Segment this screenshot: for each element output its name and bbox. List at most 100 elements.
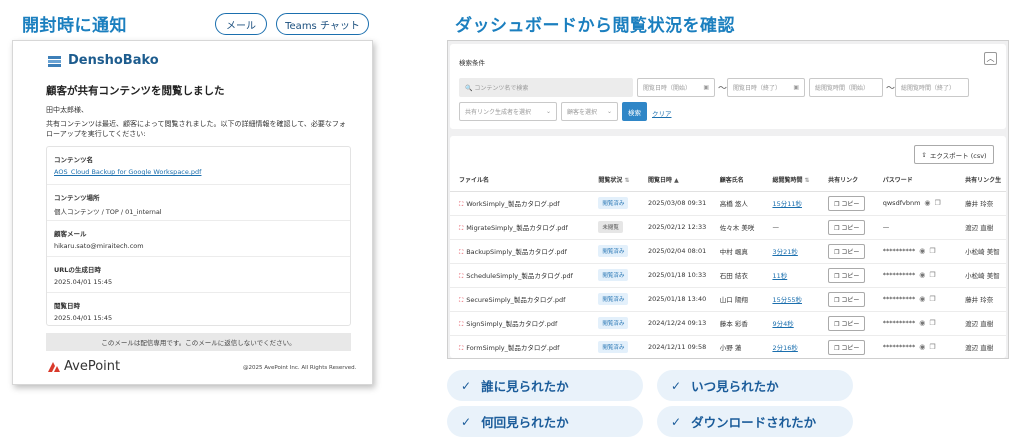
date-cell: 2025/01/18 13:40: [638, 287, 711, 312]
copy-icon[interactable]: ❐: [935, 199, 941, 207]
table-row[interactable]: ⛶ WorkSimply_製品カタログ.pdf 閲覧済み 2025/03/08 09:…: [450, 191, 1006, 216]
copy-link-button[interactable]: ❐ コピー: [828, 267, 866, 283]
copy-label: コピー: [841, 296, 860, 304]
table-row[interactable]: ⛶ MigrateSimply_製品カタログ.pdf 未閲覧 2025/02/12 1…: [450, 215, 1006, 240]
eye-icon[interactable]: ◉: [919, 319, 925, 327]
duration-link[interactable]: 9分4秒: [772, 320, 793, 328]
col-status[interactable]: 閲覧状況 ⇅: [589, 168, 639, 192]
time-end-field[interactable]: 総閲覧時間（終了）: [895, 78, 969, 97]
file-cell[interactable]: ⛶ ScheduleSimply_製品カタログ.pdf: [450, 263, 590, 288]
creator-select[interactable]: 共有リンク生成者を選択 ⌄: [459, 102, 557, 121]
status-cell: 閲覧済み: [589, 287, 639, 312]
table-row[interactable]: ⛶ ScheduleSimply_製品カタログ.pdf 閲覧済み 2025/01/18…: [450, 263, 1006, 288]
file-cell[interactable]: ⛶ BackupSimply_製品カタログ.pdf: [450, 239, 590, 264]
share-link-cell: ❐ コピー: [819, 335, 874, 358]
pdf-icon: ⛶: [459, 224, 464, 232]
file-cell[interactable]: ⛶ WorkSimply_製品カタログ.pdf: [450, 191, 590, 216]
copy-link-button[interactable]: ❐ コピー: [828, 315, 866, 331]
col-file[interactable]: ファイル名: [450, 168, 590, 192]
detail-label: 閲覧日時: [54, 302, 80, 310]
status-badge: 未閲覧: [598, 221, 623, 233]
copy-icon[interactable]: ❐: [929, 271, 935, 279]
duration-cell[interactable]: 3分21秒: [763, 239, 820, 264]
placeholder: コンテンツ名で検索: [474, 85, 529, 92]
share-link-cell: ❐ コピー: [819, 239, 874, 264]
results-table: ファイル名 閲覧状況 ⇅ 閲覧日時 ▲ 顧客氏名 総閲覧時間 ⇅ 共有リンク パ…: [450, 168, 1006, 358]
placeholder: 閲覧日時（終了）: [733, 85, 782, 92]
file-cell[interactable]: ⛶ FormSimply_製品カタログ.pdf: [450, 335, 590, 358]
duration-link[interactable]: 15分11秒: [772, 200, 802, 208]
password-cell: —: [873, 215, 957, 240]
content-link[interactable]: AOS_Cloud Backup for Google Workspace.pd…: [54, 168, 350, 176]
view-end-field[interactable]: 閲覧日時（終了） ▣: [727, 78, 805, 97]
duration-cell[interactable]: 15分55秒: [763, 287, 820, 312]
file-cell[interactable]: ⛶ SignSimply_製品カタログ.pdf: [450, 311, 590, 336]
duration-link[interactable]: 3分21秒: [772, 248, 797, 256]
time-start-field[interactable]: 総閲覧時間（開始）: [809, 78, 883, 97]
file-cell[interactable]: ⛶ MigrateSimply_製品カタログ.pdf: [450, 215, 590, 240]
col-share-link[interactable]: 共有リンク: [819, 168, 874, 192]
copy-icon[interactable]: ❐: [929, 247, 935, 255]
detail-row: URLの生成日時 2025.04/01 15:45: [47, 257, 350, 293]
export-label: エクスポート (csv): [929, 151, 987, 160]
eye-icon[interactable]: ◉: [919, 295, 925, 303]
view-start-field[interactable]: 閲覧日時（開始） ▣: [637, 78, 715, 97]
clear-link[interactable]: クリア: [652, 108, 672, 118]
password-value: **********: [882, 295, 916, 303]
copy-icon: ❐: [834, 200, 840, 208]
eye-icon[interactable]: ◉: [924, 199, 930, 207]
eye-icon[interactable]: ◉: [919, 247, 925, 255]
table-row[interactable]: ⛶ FormSimply_製品カタログ.pdf 閲覧済み 2024/12/11 09:…: [450, 335, 1006, 358]
check-how-many: ✓ 何回見られたか: [447, 406, 643, 437]
creator-cell: 渡辺 直樹: [956, 335, 1006, 358]
table-row[interactable]: ⛶ SignSimply_製品カタログ.pdf 閲覧済み 2024/12/24 09:…: [450, 311, 1006, 336]
copy-label: コピー: [841, 320, 860, 328]
copy-link-button[interactable]: ❐ コピー: [828, 219, 866, 235]
col-duration[interactable]: 総閲覧時間 ⇅: [763, 168, 820, 192]
duration-link[interactable]: 11秒: [772, 272, 787, 280]
search-button[interactable]: 検索: [622, 102, 647, 121]
copy-link-button[interactable]: ❐ コピー: [828, 291, 866, 307]
copy-icon[interactable]: ❐: [929, 343, 935, 351]
detail-row: 閲覧日時 2025.04/01 15:45: [47, 293, 350, 327]
status-cell: 閲覧済み: [589, 239, 639, 264]
password-cell: ********** ◉ ❐: [873, 239, 957, 264]
detail-row: コンテンツ名 AOS_Cloud Backup for Google Works…: [47, 147, 350, 185]
customer-select[interactable]: 顧客を選択 ⌄: [561, 102, 618, 121]
eye-icon[interactable]: ◉: [919, 271, 925, 279]
export-icon: ⇪: [921, 150, 927, 159]
copy-label: コピー: [841, 224, 860, 232]
eye-icon[interactable]: ◉: [919, 343, 925, 351]
copy-link-button[interactable]: ❐ コピー: [828, 339, 866, 355]
chevron-up-icon[interactable]: ︿: [984, 52, 997, 65]
status-cell: 閲覧済み: [589, 311, 639, 336]
password-value: qwsdfvbnm: [882, 199, 921, 207]
table-row[interactable]: ⛶ SecureSimply_製品カタログ.pdf 閲覧済み 2025/01/18 1…: [450, 287, 1006, 312]
copy-icon[interactable]: ❐: [929, 295, 935, 303]
col-customer[interactable]: 顧客氏名: [710, 168, 764, 192]
placeholder: 総閲覧時間（開始）: [815, 85, 870, 92]
footer-logo-text: AvePoint: [64, 359, 121, 374]
col-password[interactable]: パスワード: [873, 168, 957, 192]
customer-cell: 山口 陽翔: [710, 287, 764, 312]
password-value: **********: [882, 319, 916, 327]
file-cell[interactable]: ⛶ SecureSimply_製品カタログ.pdf: [450, 287, 590, 312]
duration-cell[interactable]: 9分4秒: [763, 311, 820, 336]
export-csv-button[interactable]: ⇪ エクスポート (csv): [914, 145, 994, 164]
status-badge: 閲覧済み: [598, 245, 629, 257]
copy-link-button[interactable]: ❐ コピー: [828, 243, 866, 259]
duration-cell[interactable]: 15分11秒: [763, 191, 820, 216]
duration-link[interactable]: 2分16秒: [772, 344, 797, 352]
copy-label: コピー: [841, 272, 860, 280]
table-row[interactable]: ⛶ BackupSimply_製品カタログ.pdf 閲覧済み 2025/02/04 0…: [450, 239, 1006, 264]
duration-cell[interactable]: 11秒: [763, 263, 820, 288]
copy-icon: ❐: [834, 344, 840, 352]
content-search-input[interactable]: 🔍 コンテンツ名で検索: [459, 78, 633, 97]
duration-cell[interactable]: 2分16秒: [763, 335, 820, 358]
duration-link[interactable]: 15分55秒: [772, 296, 802, 304]
copy-icon[interactable]: ❐: [929, 319, 935, 327]
copy-link-button[interactable]: ❐ コピー: [828, 195, 866, 211]
col-link-creator[interactable]: 共有リンク生: [956, 168, 1006, 192]
col-date[interactable]: 閲覧日時 ▲: [638, 168, 711, 192]
password-cell: ********** ◉ ❐: [873, 311, 957, 336]
